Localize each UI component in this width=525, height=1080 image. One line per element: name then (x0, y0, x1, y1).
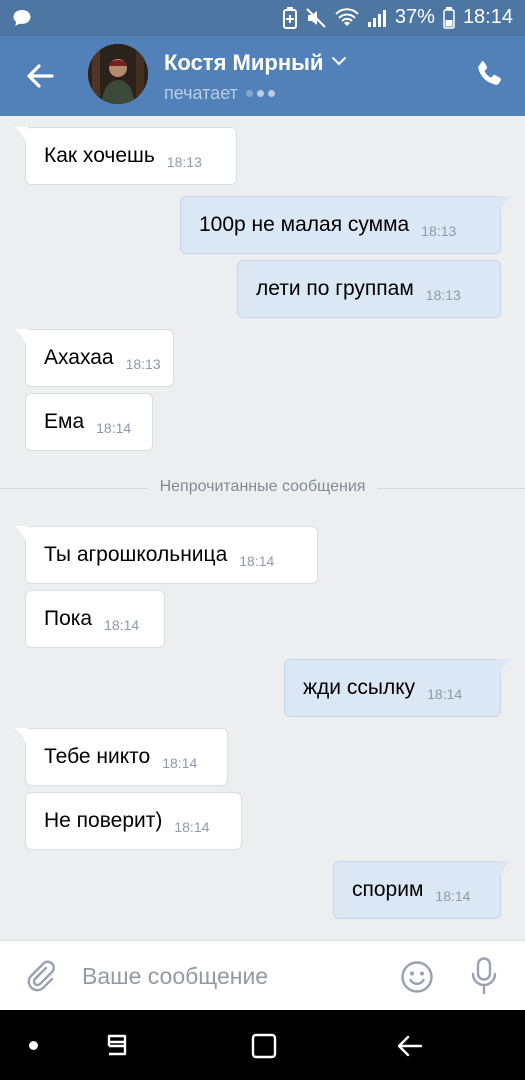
emoji-icon[interactable] (400, 960, 434, 994)
message-outgoing[interactable]: спорим 18:14 (333, 861, 512, 919)
message-text: Ты агрошкольница (44, 543, 228, 566)
message-outgoing[interactable]: 100р не малая сумма 18:13 (180, 196, 512, 254)
bubble-tail (14, 329, 28, 351)
message-time: 18:13 (166, 154, 202, 170)
message-incoming[interactable]: Ахахаа 18:13 (14, 329, 174, 387)
chevron-down-icon (331, 54, 347, 72)
bubble-tail (14, 127, 28, 149)
message-outgoing[interactable]: лети по группам 18:13 (237, 260, 501, 318)
typing-label: печатает (164, 83, 238, 103)
message-time: 18:13 (125, 356, 161, 372)
status-bar: 37% 18:14 (0, 0, 525, 36)
typing-dots-icon (245, 90, 275, 97)
home-icon[interactable] (250, 1032, 278, 1060)
message-time: 18:14 (174, 819, 210, 835)
typing-status: печатает (164, 83, 275, 104)
message-time: 18:14 (427, 686, 463, 702)
battery-icon (443, 6, 455, 29)
mute-icon (305, 7, 327, 29)
message-incoming[interactable]: Тебе никто 18:14 (14, 728, 228, 786)
system-nav-bar (0, 1010, 525, 1080)
battery-percent: 37% (394, 6, 435, 28)
recent-apps-icon[interactable] (103, 1032, 131, 1060)
bubble-tail (14, 728, 28, 750)
bubble-tail (498, 861, 512, 883)
message-incoming[interactable]: Пока 18:14 (25, 590, 165, 648)
message-incoming[interactable]: Как хочешь 18:13 (14, 127, 237, 185)
message-text: Ахахаа (44, 346, 114, 369)
message-outgoing[interactable]: жди ссылку 18:14 (284, 659, 512, 717)
message-time: 18:14 (162, 755, 198, 771)
bubble-tail (498, 196, 512, 218)
contact-name: Костя Мирный (164, 50, 324, 75)
message-time: 18:14 (104, 617, 140, 633)
avatar[interactable] (88, 44, 148, 104)
message-time: 18:14 (435, 888, 471, 904)
message-text: жди ссылку (303, 676, 416, 699)
contact-name-dropdown[interactable]: Костя Мирный (164, 50, 347, 76)
nav-back-icon[interactable] (396, 1032, 424, 1060)
signal-icon (367, 8, 387, 28)
message-text: Не поверит) (44, 809, 163, 832)
back-arrow-icon[interactable] (22, 58, 58, 94)
message-incoming[interactable]: Ема 18:14 (25, 393, 153, 451)
message-text: 100р не малая сумма (199, 213, 410, 236)
wifi-icon (335, 7, 359, 28)
message-text: Ема (44, 410, 85, 433)
unread-divider-label: Непрочитанные сообщения (147, 478, 378, 496)
chat-notification-icon (12, 8, 32, 33)
bubble-tail (498, 659, 512, 681)
message-text: Пока (44, 607, 93, 630)
microphone-icon[interactable] (470, 957, 498, 995)
battery-saver-icon (282, 6, 297, 29)
message-input[interactable] (82, 959, 372, 993)
message-time: 18:14 (239, 553, 275, 569)
message-composer (0, 940, 525, 1010)
chat-header: Костя Мирный печатает (0, 36, 525, 116)
message-time: 18:14 (96, 420, 132, 436)
message-text: спорим (352, 878, 424, 901)
message-list[interactable]: Как хочешь 18:13 100р не малая сумма 18:… (0, 116, 525, 940)
unread-divider: Непрочитанные сообщения (0, 476, 525, 500)
message-incoming[interactable]: Ты агрошкольница 18:14 (14, 526, 318, 584)
message-text: Как хочешь (44, 144, 155, 167)
message-text: Тебе никто (44, 745, 151, 768)
message-time: 18:13 (421, 223, 457, 239)
message-incoming[interactable]: Не поверит) 18:14 (25, 792, 242, 850)
message-text: лети по группам (256, 277, 414, 300)
message-time: 18:13 (425, 287, 461, 303)
nav-dot-icon[interactable] (29, 1041, 38, 1050)
bubble-tail (14, 526, 28, 548)
phone-icon[interactable] (473, 58, 505, 90)
paperclip-icon[interactable] (24, 959, 58, 993)
clock: 18:14 (462, 6, 513, 28)
